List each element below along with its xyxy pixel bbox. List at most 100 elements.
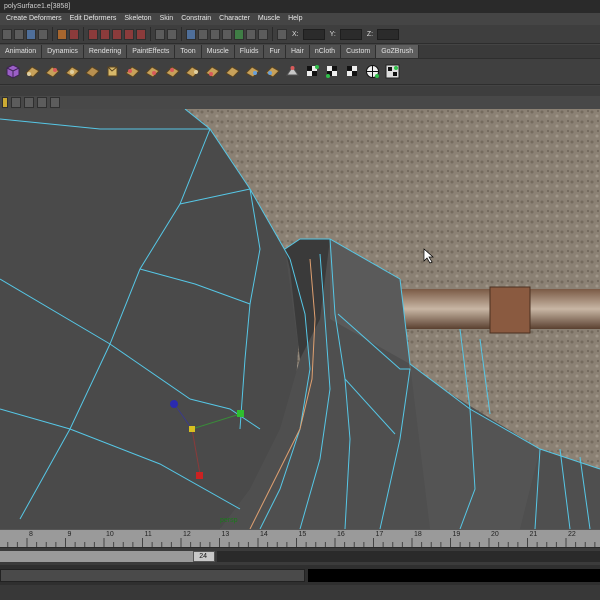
hypershade-icon[interactable] [222,28,232,40]
menu-constrain[interactable]: Constrain [177,13,215,25]
tab-painteffects[interactable]: PaintEffects [127,45,176,58]
range-bar[interactable] [217,551,600,562]
viewport-scene: persp [0,109,600,529]
tab-animation[interactable]: Animation [0,45,43,58]
command-line [0,565,600,600]
new-scene-icon[interactable] [2,28,12,40]
render-settings-icon[interactable] [210,28,220,40]
snap-curve-icon[interactable] [100,28,110,40]
goz-tool-icon[interactable] [124,63,141,80]
menu-character[interactable]: Character [215,13,254,25]
goz-tool-icon[interactable] [164,63,181,80]
manipulator-center-handle[interactable] [189,426,195,432]
tab-ncloth[interactable]: nCloth [309,45,342,58]
timeline-tick-label: 16 [337,531,345,538]
snap-grid-icon[interactable] [88,28,98,40]
timeline-tick-label: 14 [260,531,268,538]
isolate-icon[interactable] [50,97,60,108]
lock-icon[interactable] [57,28,67,40]
goz-tool-icon[interactable] [64,63,81,80]
checker-icon[interactable] [304,63,321,80]
camera-icon[interactable] [2,97,8,108]
time-slider[interactable]: 8 9 10 11 12 13 14 15 16 17 18 19 20 21 22 [0,529,600,548]
select-camera-icon[interactable] [11,97,21,108]
manipulator-z-handle[interactable] [170,400,178,408]
help-line [0,585,600,600]
tab-muscle[interactable]: Muscle [201,45,235,58]
window-title: polySurface1.e[3858] [4,3,71,10]
input-mode-icon[interactable] [277,28,287,40]
range-start-field[interactable] [0,551,200,562]
goz-tool-icon[interactable] [264,63,281,80]
goz-tool-icon[interactable] [44,63,61,80]
range-end-field[interactable]: 24 [193,551,215,562]
tab-hair[interactable]: Hair [285,45,310,58]
menu-skin[interactable]: Skin [156,13,178,25]
x-field[interactable] [302,28,325,40]
shelf [0,58,600,85]
manipulator-y-handle[interactable] [237,410,244,417]
goz-tool-icon[interactable] [144,63,161,80]
timeline-tick-label: 21 [529,531,538,538]
separator [150,27,151,41]
y-field[interactable] [339,28,362,40]
shaded-icon[interactable] [37,97,47,108]
channel-box-icon[interactable] [258,28,268,40]
attribute-editor-icon[interactable] [234,28,244,40]
z-field-label: Z: [366,30,374,38]
select-by-hierarchy-icon[interactable] [69,28,79,40]
tab-fur[interactable]: Fur [264,45,286,58]
command-input[interactable] [0,569,305,582]
range-slider[interactable]: 24 [0,547,600,565]
checker-icon[interactable] [344,63,361,80]
goz-tool-icon[interactable] [244,63,261,80]
goz-tool-icon[interactable] [24,63,41,80]
snap-point-icon[interactable] [112,28,122,40]
x-field-label: X: [292,30,299,38]
help-icon[interactable] [38,28,48,40]
tab-custom[interactable]: Custom [341,45,377,58]
goz-tool-icon[interactable] [104,63,121,80]
tab-gozbrush[interactable]: GoZBrush [376,45,420,58]
snap-surface-icon[interactable] [124,28,134,40]
z-field[interactable] [377,28,400,40]
open-scene-icon[interactable] [14,28,24,40]
title-bar: polySurface1.e[3858] [0,0,600,13]
timeline-tick-label: 19 [452,531,461,538]
menu-help[interactable]: Help [284,13,306,25]
ipr-render-icon[interactable] [198,28,208,40]
tool-settings-icon[interactable] [246,28,256,40]
viewport-3d[interactable]: persp [0,109,600,529]
tab-fluids[interactable]: Fluids [234,45,265,58]
timeline-tick-label: 22 [568,531,576,538]
checker-box-icon[interactable] [384,63,401,80]
save-scene-icon[interactable] [26,28,36,40]
menu-edit-deformers[interactable]: Edit Deformers [66,13,121,25]
make-live-icon[interactable] [136,28,146,40]
timeline-tick-label: 18 [414,531,422,538]
tab-rendering[interactable]: Rendering [83,45,128,58]
checker-icon[interactable] [324,63,341,80]
goz-tool-icon[interactable] [184,63,201,80]
manipulator-x-handle[interactable] [196,472,203,479]
menu-create-deformers[interactable]: Create Deformers [2,13,66,25]
menu-skeleton[interactable]: Skeleton [120,13,155,25]
tab-toon[interactable]: Toon [175,45,202,58]
panel-toolbar-strip [0,86,600,96]
checker-sphere-icon[interactable] [364,63,381,80]
shelf-cube-icon[interactable] [4,63,21,80]
goz-tool-icon[interactable] [84,63,101,80]
light-bulb-icon[interactable] [284,63,301,80]
history-icon[interactable] [155,28,165,40]
wireframe-icon[interactable] [24,97,34,108]
menu-muscle[interactable]: Muscle [254,13,284,25]
goz-tool-icon[interactable] [224,63,241,80]
goz-tool-icon[interactable] [204,63,221,80]
tab-dynamics[interactable]: Dynamics [42,45,84,58]
render-icon[interactable] [167,28,177,40]
timeline-tick-label: 8 [29,531,33,538]
panel-menu-bar [0,96,600,109]
timeline-tick-label: 12 [183,531,191,538]
render-view-icon[interactable] [186,28,196,40]
y-field-label: Y: [329,30,336,38]
